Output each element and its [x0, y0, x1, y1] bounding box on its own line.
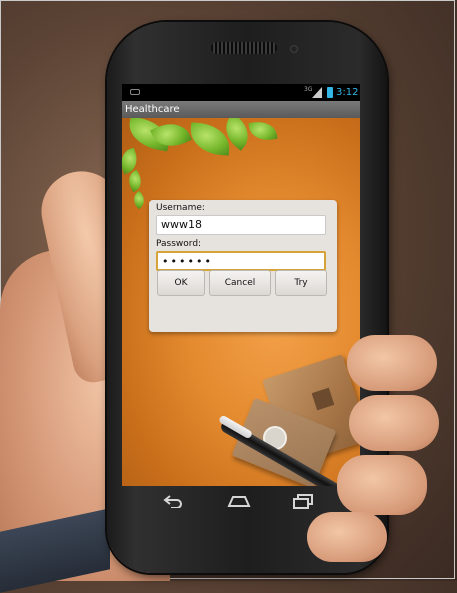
phone-screen: 3G 3:12 Healthcare Username: www18 Passw…	[122, 84, 360, 486]
hand-finger	[307, 512, 387, 562]
back-icon[interactable]	[162, 494, 184, 508]
status-time: 3:12	[336, 87, 359, 98]
signal-icon	[312, 87, 322, 98]
password-label: Password:	[156, 239, 202, 249]
cancel-button[interactable]: Cancel	[209, 270, 271, 296]
app-title: Healthcare	[125, 104, 180, 115]
leaf-decoration	[188, 122, 232, 156]
try-button[interactable]: Try	[275, 270, 327, 296]
hand-finger	[337, 455, 427, 515]
leaf-decoration	[248, 118, 278, 144]
username-label: Username:	[156, 203, 205, 213]
password-input[interactable]: ••••••	[156, 251, 326, 271]
status-bar: 3G 3:12	[122, 84, 360, 101]
ok-button[interactable]: OK	[157, 270, 205, 296]
password-value: ••••••	[162, 255, 213, 268]
notification-icon	[130, 89, 140, 95]
leaf-decoration	[122, 147, 142, 175]
battery-icon	[327, 87, 333, 98]
username-value: www18	[161, 218, 202, 231]
username-input[interactable]: www18	[156, 215, 326, 235]
home-icon[interactable]	[227, 494, 251, 508]
login-dialog: Username: www18 Password: •••••• OK Canc…	[149, 200, 337, 332]
hand-finger	[349, 395, 439, 451]
hand-finger	[347, 335, 437, 391]
leaf-decoration	[129, 190, 149, 210]
app-title-bar: Healthcare	[122, 101, 360, 118]
app-content: Username: www18 Password: •••••• OK Canc…	[122, 118, 360, 486]
navigation-bar	[122, 486, 360, 516]
recent-apps-icon[interactable]	[292, 493, 316, 509]
speaker-grille	[211, 42, 277, 54]
front-camera	[290, 45, 298, 53]
